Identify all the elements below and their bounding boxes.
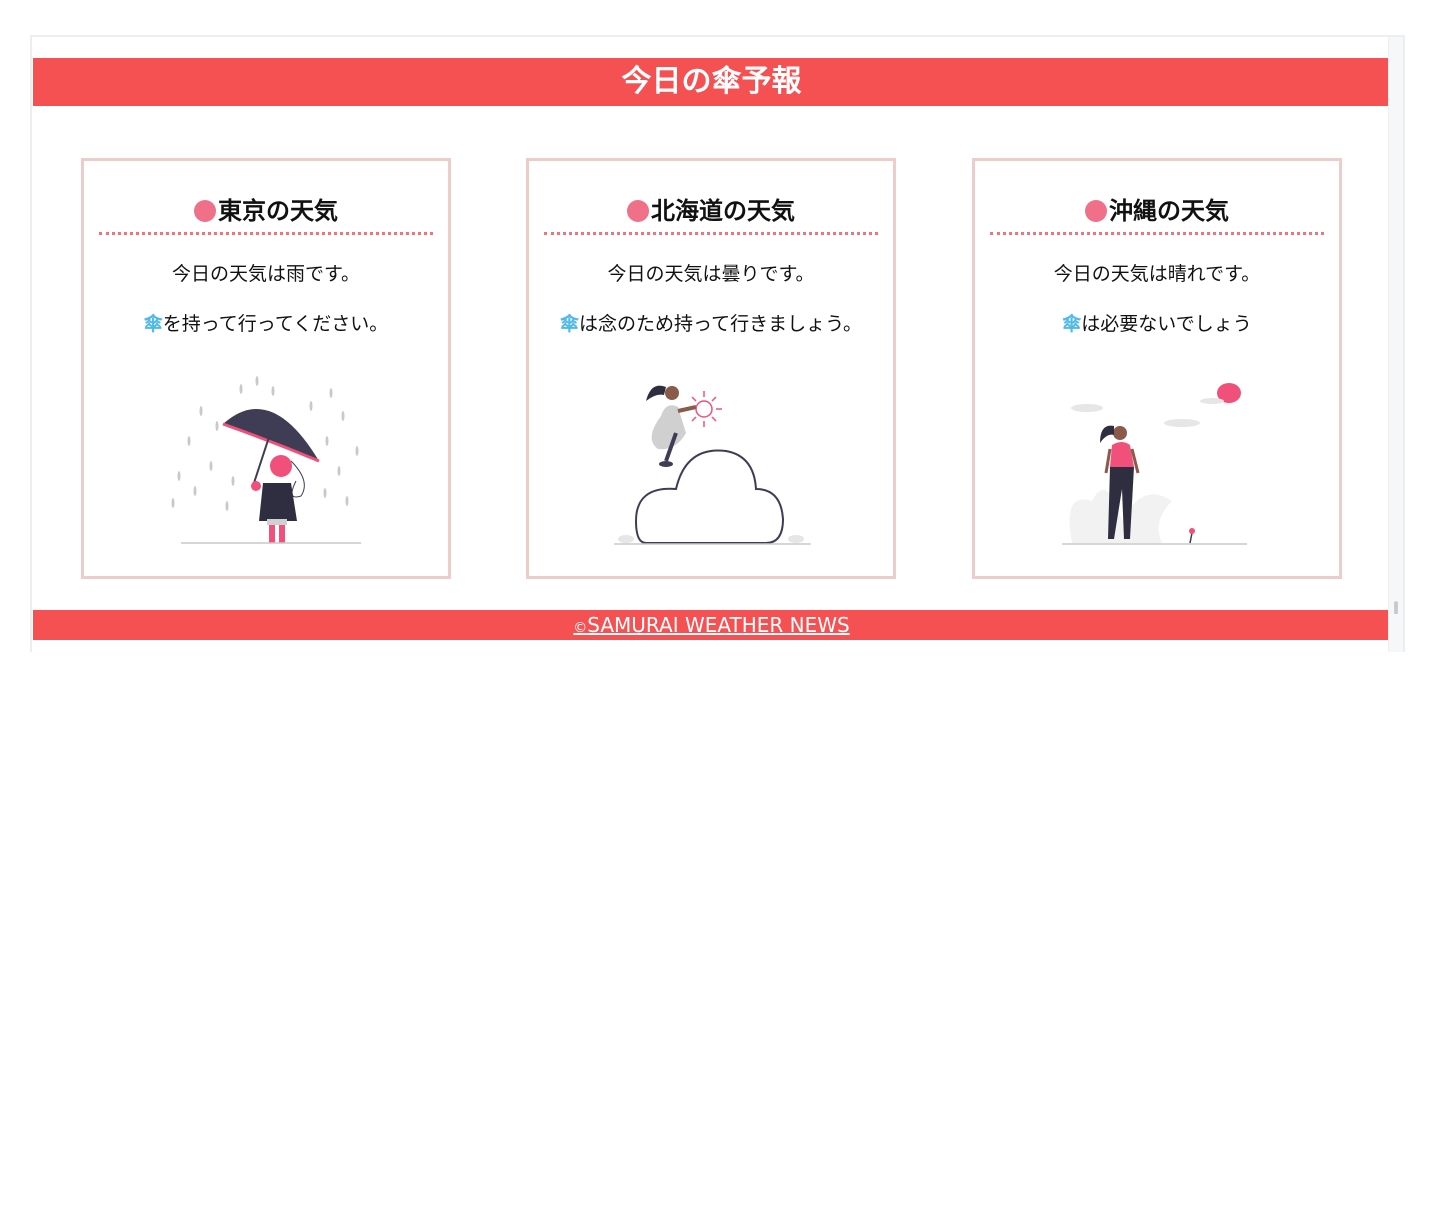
advice-text: を持って行ってください。: [162, 313, 389, 335]
weather-text: 今日の天気は曇りです。: [607, 263, 815, 285]
weather-text: 今日の天気は晴れです。: [1053, 263, 1261, 285]
circle-bullet-icon: [627, 200, 649, 222]
umbrella-icon: 傘: [143, 313, 163, 335]
card-title: 東京の天気: [99, 196, 433, 235]
vertical-scrollbar[interactable]: [1388, 37, 1403, 652]
umbrella-advice: 傘を持って行ってください。: [84, 309, 448, 336]
umbrella-icon: 傘: [560, 313, 580, 335]
rain-girl-umbrella-illustration: [171, 376, 361, 544]
card-title: 北海道の天気: [544, 196, 878, 235]
card-title-text: 北海道の天気: [651, 197, 795, 225]
preview-frame: 今日の傘予報 東京の天気 今日の天気は雨です。 傘を持って行ってください。 北海…: [30, 35, 1405, 652]
card-title: 沖縄の天気: [990, 196, 1324, 235]
card-tokyo: 東京の天気 今日の天気は雨です。 傘を持って行ってください。: [81, 158, 451, 579]
umbrella-icon: 傘: [1062, 313, 1082, 335]
umbrella-advice: 傘は必要ないでしょう: [975, 309, 1339, 336]
footer-link[interactable]: ©SAMURAI WEATHER NEWS: [573, 613, 849, 637]
circle-bullet-icon: [1085, 200, 1107, 222]
umbrella-advice: 傘は念のため持って行きましょう。: [529, 309, 893, 336]
card-title-text: 東京の天気: [218, 197, 338, 225]
advice-text: は念のため持って行きましょう。: [579, 313, 862, 335]
woman-sunny-day-illustration: [1062, 383, 1247, 545]
card-hokkaido: 北海道の天気 今日の天気は曇りです。 傘は念のため持って行きましょう。: [526, 158, 896, 579]
page-title: 今日の傘予報: [33, 58, 1390, 106]
card-okinawa: 沖縄の天気 今日の天気は晴れです。 傘は必要ないでしょう: [972, 158, 1342, 579]
weather-text: 今日の天気は雨です。: [171, 263, 361, 285]
card-title-text: 沖縄の天気: [1109, 197, 1229, 225]
resize-handle-icon[interactable]: ‖: [1393, 600, 1399, 614]
footer-link-text: SAMURAI WEATHER NEWS: [587, 613, 850, 637]
woman-on-cloud-illustration: [614, 385, 811, 545]
circle-bullet-icon: [194, 200, 216, 222]
advice-text: は必要ないでしょう: [1081, 313, 1252, 335]
footer: ©SAMURAI WEATHER NEWS: [33, 610, 1390, 640]
copyright-symbol: ©: [573, 620, 588, 636]
